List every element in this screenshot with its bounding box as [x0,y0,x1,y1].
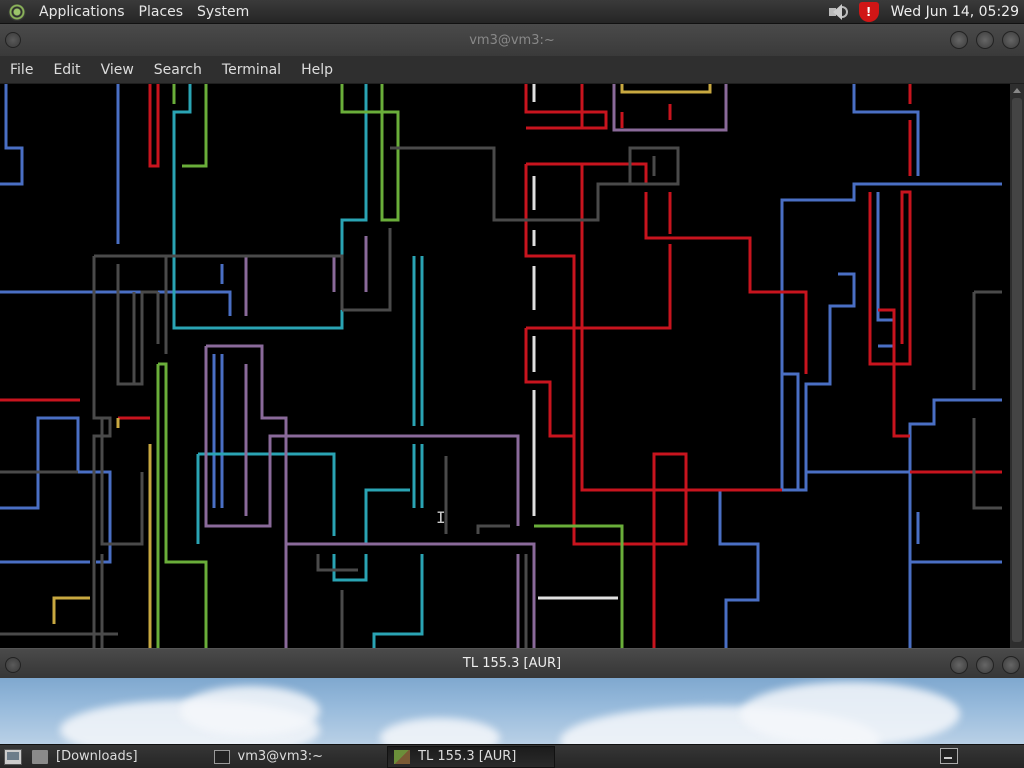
tl-titlebar[interactable]: TL 155.3 [AUR] [0,648,1024,678]
terminal-menubar: File Edit View Search Terminal Help [0,56,1024,84]
tray-terminal-icon[interactable] [940,748,958,764]
terminal-output[interactable]: I [0,84,1010,648]
terminal-scrollbar[interactable] [1010,84,1024,648]
maximize-button[interactable] [976,31,994,49]
folder-icon [32,749,48,764]
applications-menu[interactable]: Applications [32,4,132,20]
game-icon [394,749,411,764]
scroll-up-icon[interactable] [1013,88,1021,93]
terminal-window: vm3@vm3:~ File Edit View Search Terminal… [0,24,1024,648]
minimize-button[interactable] [950,31,968,49]
menu-search[interactable]: Search [144,62,212,78]
distro-logo-icon[interactable] [8,2,26,21]
menu-help[interactable]: Help [291,62,343,78]
terminal-icon [213,749,230,764]
menu-file[interactable]: File [0,62,43,78]
menu-terminal[interactable]: Terminal [212,62,291,78]
volume-icon[interactable] [827,2,849,22]
close-button[interactable] [1002,31,1020,49]
tl-window-menu-icon[interactable] [5,657,21,673]
terminal-titlebar[interactable]: vm3@vm3:~ [0,24,1024,56]
scroll-thumb[interactable] [1012,98,1022,642]
places-menu[interactable]: Places [132,4,191,20]
task-label: vm3@vm3:~ [237,749,324,764]
text-cursor-icon: I [436,508,446,527]
tl-game-view[interactable] [0,678,1024,744]
tl-maximize-button[interactable] [976,656,994,674]
task-terminal[interactable]: vm3@vm3:~ [208,746,330,768]
task-label: TL 155.3 [AUR] [418,749,517,764]
window-menu-icon[interactable] [5,32,21,48]
task-downloads[interactable]: [Downloads] [26,746,144,768]
show-desktop-icon[interactable] [4,748,22,765]
tl-title: TL 155.3 [AUR] [462,656,562,671]
tl-close-button[interactable] [1002,656,1020,674]
bottom-taskbar: [Downloads] vm3@vm3:~ TL 155.3 [AUR] [0,744,1024,768]
task-label: [Downloads] [56,749,138,764]
top-panel: Applications Places System ! Wed Jun 14,… [0,0,1024,24]
menu-edit[interactable]: Edit [43,62,90,78]
system-menu[interactable]: System [190,4,256,20]
clock[interactable]: Wed Jun 14, 05:29 [891,4,1019,20]
menu-view[interactable]: View [91,62,144,78]
task-tl-game[interactable]: TL 155.3 [AUR] [387,745,556,768]
pipes-drawing [0,84,1002,648]
update-shield-icon[interactable]: ! [858,2,879,22]
terminal-title: vm3@vm3:~ [469,32,555,48]
tl-minimize-button[interactable] [950,656,968,674]
tl-window: TL 155.3 [AUR] [0,648,1024,744]
